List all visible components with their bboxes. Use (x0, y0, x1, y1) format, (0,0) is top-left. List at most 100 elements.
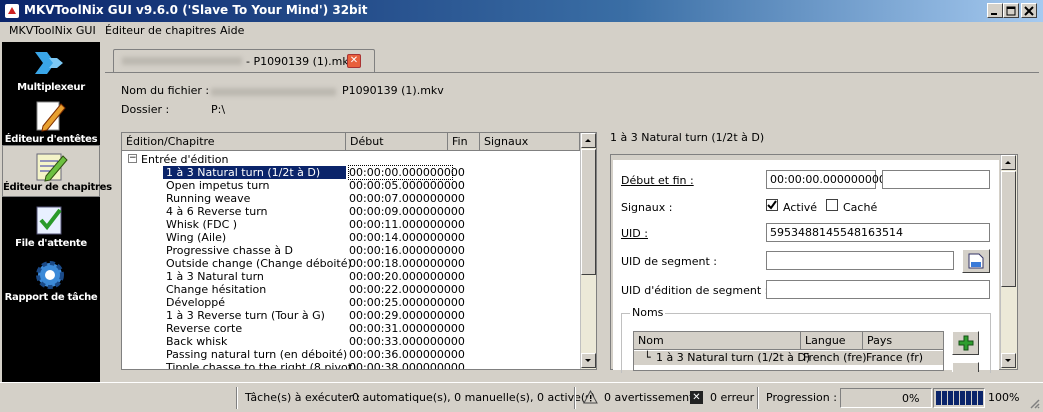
chapter-details-title: 1 à 3 Natural turn (1/2t à D) (610, 131, 765, 144)
column-header-flags[interactable]: Signaux (480, 133, 580, 151)
warning-icon[interactable] (583, 390, 598, 404)
current-progress-value: 0% (902, 392, 920, 405)
names-column-language[interactable]: Langue (801, 332, 863, 350)
maximize-icon (1006, 6, 1016, 16)
scroll-thumb[interactable] (581, 149, 596, 275)
names-table[interactable]: Nom Langue Pays └ 1 à 3 Natural turn (1/… (633, 331, 944, 371)
menu-chapter-editor[interactable]: Éditeur de chapitres (105, 24, 216, 37)
pencil-icon (36, 101, 66, 132)
chapter-tree[interactable]: Édition/Chapitre Début Fin Signaux − Ent… (121, 132, 597, 370)
chapter-row[interactable]: Change hésitation 00:00:22.000000000 (122, 283, 580, 296)
chapter-row[interactable]: 1 à 3 Natural turn 00:00:20.000000000 (122, 270, 580, 283)
chapter-row[interactable]: 1 à 3 Reverse turn (Tour à G) 00:00:29.00… (122, 309, 580, 322)
filename-label: Nom du fichier : (121, 84, 210, 97)
errors-count[interactable]: 0 erreur (710, 391, 754, 404)
chapter-row[interactable]: Progressive chasse à D 00:00:16.000000000 (122, 244, 580, 257)
chapter-row[interactable]: Whisk (FDC ) 00:00:11.000000000 (122, 218, 580, 231)
error-icon[interactable]: ✕ (690, 391, 703, 404)
status-separator (574, 387, 576, 409)
app-icon[interactable] (5, 4, 19, 18)
enabled-checkbox[interactable] (766, 199, 778, 211)
uid-input[interactable]: 5953488145548163514 (766, 223, 990, 242)
menu-mkvtoolnix[interactable]: MKVToolNix GUI (9, 24, 96, 37)
chevron-up-icon (1005, 161, 1011, 164)
chapter-row[interactable]: Outside change (Change déboité) 00:00:18.… (122, 257, 580, 270)
chapter-row[interactable]: Running weave 00:00:07.000000000 (122, 192, 580, 205)
enabled-label[interactable]: Activé (783, 201, 817, 214)
sidebar-item-job-output[interactable]: Rapport de tâche (2, 254, 100, 306)
segment-uid-input[interactable] (766, 251, 954, 270)
chapter-row[interactable]: Tipple chasse to the right (8 pivot) 00:0… (122, 361, 580, 369)
browse-file-button[interactable] (962, 249, 990, 273)
sidebar-item-multiplexer[interactable]: Multiplexeur (2, 44, 100, 96)
warnings-count[interactable]: 0 avertissement (604, 391, 693, 404)
tree-scrollbar[interactable] (580, 133, 596, 369)
scroll-down-button[interactable] (1001, 353, 1016, 368)
names-row[interactable]: └ 1 à 3 Natural turn (1/2t à D) French (… (634, 351, 943, 365)
chapter-row[interactable]: 4 à 6 Reverse turn 00:00:09.000000000 (122, 205, 580, 218)
add-name-button[interactable] (952, 331, 979, 355)
collapse-icon[interactable]: − (128, 154, 137, 163)
sidebar-item-job-queue[interactable]: File d'attente (2, 200, 100, 252)
plus-icon (958, 335, 974, 351)
scroll-up-button[interactable] (581, 133, 596, 148)
edition-entry-label: Entrée d'édition (141, 153, 229, 166)
sidebar-item-header-editor[interactable]: Éditeur d'entêtes (2, 96, 100, 148)
chapter-row[interactable]: Passing natural turn (en déboité) 00:00:3… (122, 348, 580, 361)
scroll-down-button[interactable] (581, 353, 596, 368)
column-header-end[interactable]: Fin (448, 133, 480, 151)
chapter-start: 00:00:05.000000000 (349, 179, 465, 192)
start-time-input[interactable]: 00:00:00.000000000 (766, 170, 886, 189)
hidden-checkbox[interactable] (826, 199, 838, 211)
chapter-row[interactable]: Open impetus turn 00:00:05.000000000 (122, 179, 580, 192)
names-column-country[interactable]: Pays (863, 332, 943, 350)
blurred-filename (211, 88, 336, 96)
details-scrollbar[interactable] (1000, 155, 1017, 369)
total-progress-bar (933, 388, 985, 408)
chapter-row[interactable]: Back whisk 00:00:33.000000000 (122, 335, 580, 348)
title-bar[interactable]: MKVToolNix GUI v9.6.0 ('Slave To Your Mi… (0, 0, 1043, 22)
progress-segment (948, 391, 953, 405)
names-column-name[interactable]: Nom (634, 332, 801, 350)
chapter-start: 00:00:22.000000000 (349, 283, 465, 296)
segment-edition-uid-input[interactable] (766, 280, 990, 299)
status-bar: Tâche(s) à exécuter : 0 automatique(s), … (0, 382, 1043, 412)
remove-name-button[interactable] (952, 362, 979, 372)
tab-close-button[interactable]: ✕ (347, 54, 361, 68)
chapter-name: Développé (166, 296, 226, 309)
chapter-row[interactable]: Wing (Aile) 00:00:14.000000000 (122, 231, 580, 244)
chapter-start: 00:00:25.000000000 (349, 296, 465, 309)
scroll-thumb[interactable] (1001, 171, 1016, 287)
chapter-row[interactable]: 1 à 3 Natural turn (1/2t à D) 00:00:00.00… (122, 165, 580, 180)
country-cell: France (fr) (866, 351, 924, 364)
chapter-row[interactable]: Développé 00:00:25.000000000 (122, 296, 580, 309)
file-tab[interactable]: - P1090139 (1).mkv ✕ (113, 49, 375, 73)
scroll-up-button[interactable] (1001, 155, 1016, 170)
end-time-input[interactable] (882, 170, 990, 189)
hidden-label[interactable]: Caché (843, 201, 877, 214)
chapter-start: 00:00:20.000000000 (349, 270, 465, 283)
chapter-row[interactable]: Reverse corte 00:00:31.000000000 (122, 322, 580, 335)
folder-value: P:\ (211, 103, 226, 116)
column-header-chapter[interactable]: Édition/Chapitre (122, 133, 346, 151)
close-button[interactable] (1021, 3, 1037, 18)
chapter-start: 00:00:16.000000000 (349, 244, 465, 257)
maximize-button[interactable] (1003, 3, 1019, 18)
chapter-start: 00:00:36.000000000 (349, 348, 465, 361)
minimize-button[interactable] (987, 3, 1003, 18)
size-grip-icon[interactable] (1028, 397, 1040, 409)
gear-icon (36, 261, 64, 289)
status-separator (236, 387, 238, 409)
chapter-name: Wing (Aile) (166, 231, 227, 244)
checkmark-icon (767, 200, 777, 210)
chapter-start: 00:00:14.000000000 (349, 231, 465, 244)
progress-segment (960, 391, 965, 405)
sidebar-item-chapter-editor[interactable]: Éditeur de chapitres (2, 145, 112, 197)
menu-help[interactable]: Aide (220, 24, 244, 37)
tree-root-row[interactable]: − Entrée d'édition (128, 153, 378, 166)
blurred-filename (122, 57, 242, 65)
chevron-down-icon (1005, 359, 1011, 362)
progress-segment (966, 391, 971, 405)
column-header-start[interactable]: Début (346, 133, 448, 151)
chapter-start: 00:00:11.000000000 (349, 218, 465, 231)
